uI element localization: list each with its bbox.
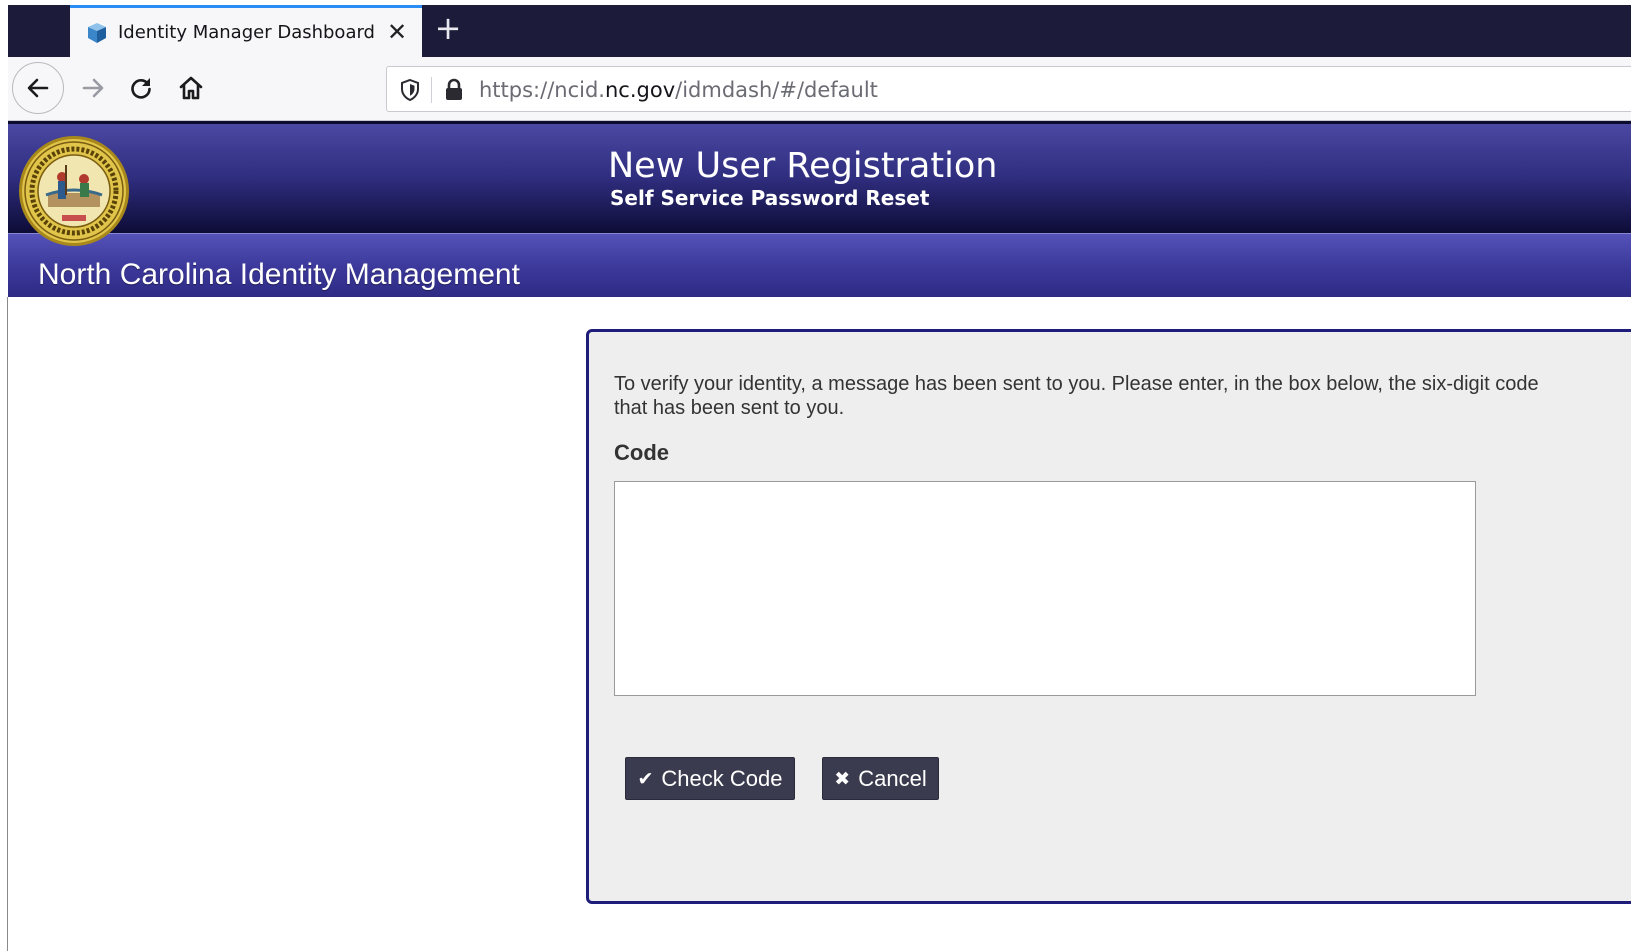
new-tab-button[interactable]: +	[430, 11, 466, 47]
browser-tab-active[interactable]: Identity Manager Dashboard ✕	[70, 5, 422, 57]
reload-button[interactable]	[118, 65, 164, 111]
site-name: North Carolina Identity Management	[38, 258, 520, 291]
forward-button[interactable]	[70, 65, 116, 111]
identity-manager-cube-icon	[88, 23, 106, 43]
checkmark-icon: ✔	[637, 767, 654, 790]
tracking-protection-shield-icon[interactable]	[399, 78, 421, 102]
address-bar[interactable]: https://ncid.nc.gov/idmdash/#/default	[386, 66, 1631, 112]
browser-tab-strip: Identity Manager Dashboard ✕ +	[8, 5, 1631, 57]
check-code-button[interactable]: ✔ Check Code	[625, 757, 795, 800]
arrow-left-icon	[27, 78, 49, 98]
back-button[interactable]	[12, 62, 64, 114]
check-code-label: Check Code	[661, 765, 783, 791]
code-label: Code	[614, 440, 669, 465]
cancel-label: Cancel	[858, 765, 927, 791]
verify-code-panel: To verify your identity, a message has b…	[586, 329, 1631, 904]
close-icon: ✖	[834, 767, 851, 790]
arrow-right-icon	[82, 78, 104, 98]
site-header: New User Registration Self Service Passw…	[8, 121, 1631, 246]
home-icon	[179, 76, 203, 100]
address-bar-divider	[431, 77, 432, 103]
url-path: /idmdash/#/default	[675, 78, 878, 102]
url-scheme: https://ncid.	[479, 78, 605, 102]
tab-title: Identity Manager Dashboard	[118, 22, 375, 43]
url-text[interactable]: https://ncid.nc.gov/idmdash/#/default	[479, 78, 878, 102]
site-subheader: North Carolina Identity Management	[8, 233, 1631, 297]
page-left-border	[7, 297, 8, 951]
page-title: New User Registration	[608, 146, 998, 186]
reload-icon	[131, 78, 151, 99]
close-tab-icon[interactable]: ✕	[384, 19, 410, 45]
url-host: nc.gov	[604, 78, 676, 102]
home-button[interactable]	[168, 65, 214, 111]
instructions-text: To verify your identity, a message has b…	[614, 373, 1539, 419]
browser-toolbar: https://ncid.nc.gov/idmdash/#/default	[8, 57, 1631, 121]
lock-icon[interactable]	[443, 77, 465, 103]
nc-state-seal-icon	[19, 136, 129, 246]
code-input[interactable]	[614, 481, 1476, 696]
page-subtitle: Self Service Password Reset	[610, 186, 930, 210]
cancel-button[interactable]: ✖ Cancel	[822, 757, 939, 800]
